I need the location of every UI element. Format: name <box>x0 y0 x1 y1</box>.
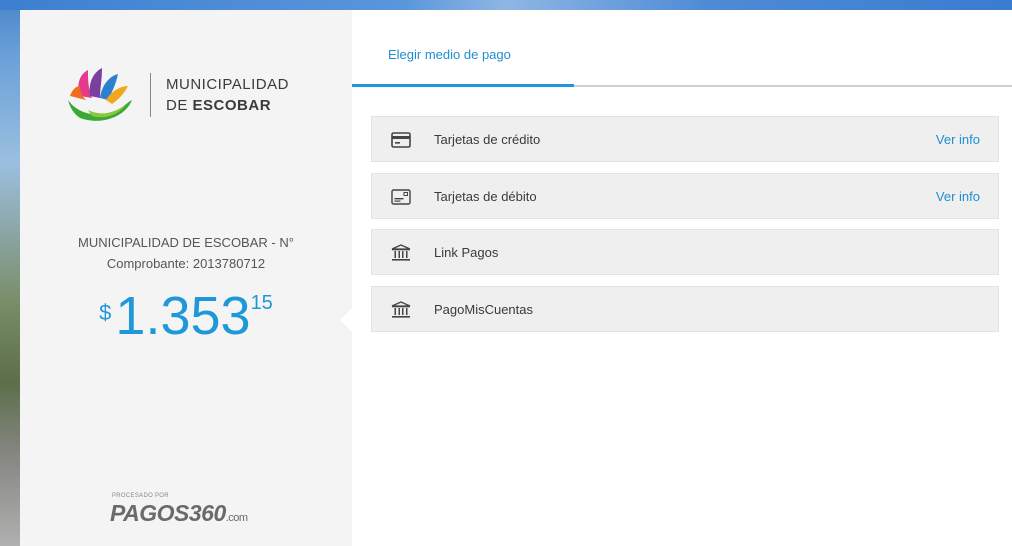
panel-pointer <box>340 308 352 332</box>
logo-text-bold: ESCOBAR <box>192 97 272 114</box>
amount-decimals: 15 <box>250 292 273 314</box>
logo-divider <box>150 73 151 117</box>
payment-methods-panel <box>352 10 1012 546</box>
ver-info-link[interactable]: Ver info <box>936 189 980 204</box>
provider-suffix: .com <box>225 512 248 524</box>
payment-option-label: PagoMisCuentas <box>434 302 533 317</box>
active-tab-indicator <box>352 84 574 87</box>
bank-icon <box>390 244 412 262</box>
municipality-logo <box>66 66 316 126</box>
logo-text-line2: DE ESCOBAR <box>166 97 271 114</box>
provider-logo: PAGOS360.com <box>110 500 248 527</box>
payment-option-label: Tarjetas de débito <box>434 189 537 204</box>
payment-amount: $1.35315 <box>20 286 352 346</box>
credit-card-icon <box>390 131 412 149</box>
amount-integer: 1.353 <box>115 286 251 346</box>
bank-icon <box>390 301 412 319</box>
payment-option-pagomiscuentas[interactable]: PagoMisCuentas <box>371 286 999 332</box>
payment-option-label: Tarjetas de crédito <box>434 132 541 147</box>
tab-choose-payment-method[interactable]: Elegir medio de pago <box>388 47 511 62</box>
processed-by-label: PROCESADO POR <box>112 493 169 499</box>
payment-option-label: Link Pagos <box>434 245 499 260</box>
payment-description: MUNICIPALIDAD DE ESCOBAR - N° Comprobant… <box>20 232 352 274</box>
payment-description-line1: MUNICIPALIDAD DE ESCOBAR - N° <box>78 235 294 250</box>
top-photo-strip <box>0 0 1012 10</box>
debit-card-icon <box>390 188 412 206</box>
provider-name: PAGOS360 <box>110 500 226 526</box>
logo-text-prefix: DE <box>166 97 193 114</box>
logo-text-line1: MUNICIPALIDAD <box>166 76 289 93</box>
payment-option-debit-card[interactable]: Tarjetas de débito Ver info <box>371 173 999 219</box>
payment-description-line2: Comprobante: 2013780712 <box>106 256 266 271</box>
payment-option-credit-card[interactable]: Tarjetas de crédito Ver info <box>371 116 999 162</box>
currency-symbol: $ <box>99 300 112 325</box>
ver-info-link[interactable]: Ver info <box>936 132 980 147</box>
logo-flower-icon <box>68 68 132 121</box>
payment-option-link-pagos[interactable]: Link Pagos <box>371 229 999 275</box>
